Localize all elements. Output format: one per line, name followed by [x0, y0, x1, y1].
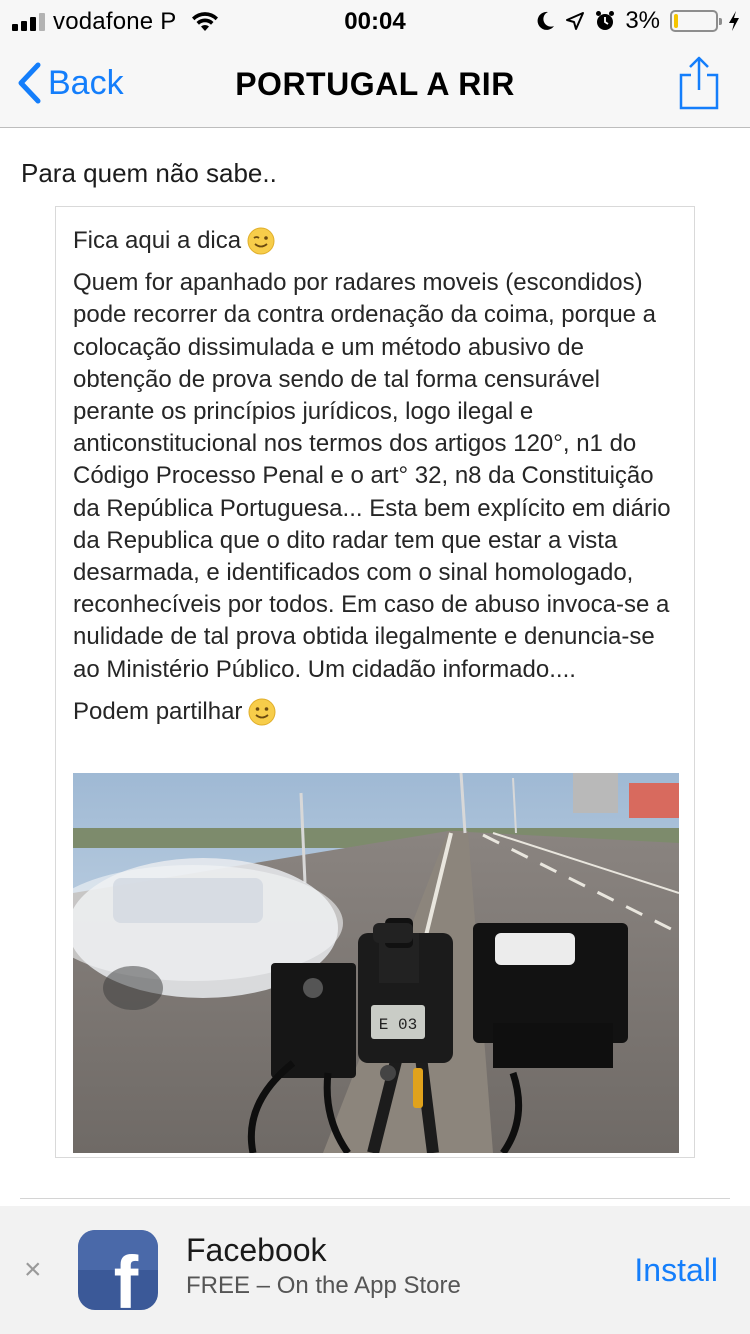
intro-text: Fica aqui a dica	[73, 227, 242, 254]
smile-emoji-icon	[248, 698, 276, 726]
facebook-app-icon[interactable]: f	[78, 1230, 158, 1310]
outro-text: Podem partilhar	[73, 697, 243, 725]
alarm-icon	[596, 11, 615, 30]
battery-percent: 3%	[625, 7, 660, 34]
battery-level	[674, 14, 678, 28]
facebook-logo-icon: f	[78, 1230, 158, 1310]
wink-emoji-icon	[247, 227, 275, 255]
facebook-icon-letter: f	[114, 1241, 139, 1310]
navigation-bar: Back PORTUGAL A RIR	[0, 40, 750, 128]
battery-icon	[670, 10, 722, 32]
close-banner-button[interactable]: ×	[24, 1255, 42, 1285]
install-button[interactable]: Install	[634, 1252, 718, 1289]
location-icon	[566, 12, 585, 30]
post-caption: Para quem não sabe..	[21, 158, 277, 188]
divider	[20, 1198, 730, 1199]
page-title: PORTUGAL A RIR	[235, 66, 515, 102]
status-bar: vodafone P 00:04 3%	[0, 0, 750, 40]
post-text: Fica aqui a dica Quem for apanhado por r…	[73, 225, 683, 728]
post-card: Fica aqui a dica Quem for apanhado por r…	[55, 206, 695, 1158]
smart-app-banner: × f Facebook FREE – On the App Store Ins…	[0, 1206, 750, 1334]
share-icon[interactable]	[678, 56, 720, 110]
moon-icon	[537, 11, 555, 30]
app-name: Facebook	[186, 1232, 327, 1268]
post-outro: Podem partilhar	[73, 696, 683, 728]
photo-display-text: E 03	[379, 1016, 417, 1034]
post-intro: Fica aqui a dica	[73, 225, 683, 257]
radar-photo[interactable]: E 03	[73, 773, 679, 1153]
status-right: 3%	[537, 7, 740, 35]
post-body: Quem for apanhado por radares moveis (es…	[73, 269, 671, 683]
charging-icon	[729, 11, 739, 31]
app-price-store: FREE – On the App Store	[186, 1272, 461, 1299]
